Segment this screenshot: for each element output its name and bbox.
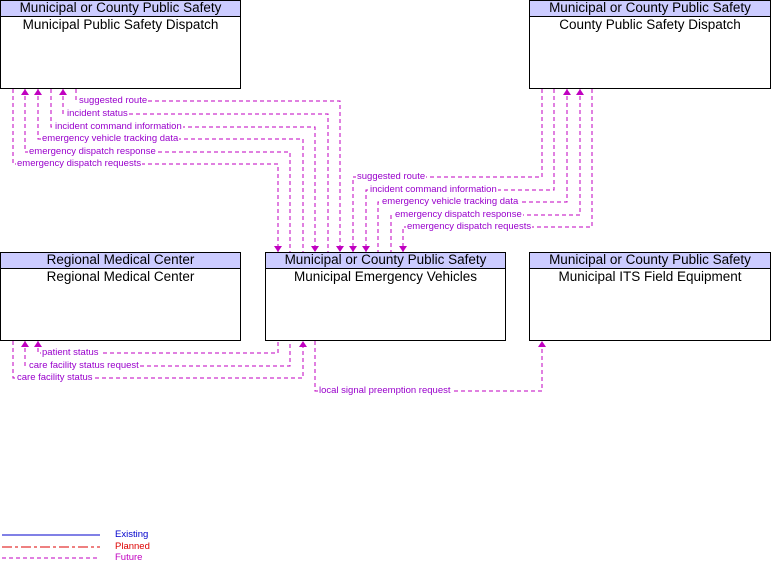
legend-existing-label: Existing: [115, 529, 149, 540]
flow-label[interactable]: emergency vehicle tracking data: [381, 197, 520, 207]
element-vehicles[interactable]: Municipal or County Public Safety Munici…: [265, 252, 506, 341]
element-category: Municipal or County Public Safety: [1, 1, 240, 17]
element-name: Municipal Emergency Vehicles: [293, 269, 478, 284]
flow-label[interactable]: care facility status request: [28, 361, 140, 371]
flow-arrowhead: [21, 89, 29, 95]
flow-label[interactable]: local signal preemption request: [318, 386, 452, 396]
element-category: Regional Medical Center: [1, 253, 240, 269]
flow-label[interactable]: patient status: [41, 348, 100, 358]
element-category: Municipal or County Public Safety: [266, 253, 505, 269]
flow-arrowhead: [21, 341, 29, 347]
flow-arrowhead: [34, 89, 42, 95]
element-county-dispatch[interactable]: Municipal or County Public Safety County…: [529, 0, 771, 89]
flow-arrowhead: [563, 89, 571, 95]
flow-arrowhead: [299, 341, 307, 347]
flow-label[interactable]: incident status: [66, 109, 129, 119]
flow-label[interactable]: emergency dispatch response: [394, 210, 523, 220]
element-its-field[interactable]: Municipal or County Public Safety Munici…: [529, 252, 771, 341]
flow-label[interactable]: care facility status: [16, 373, 94, 383]
legend-planned-label: Planned: [115, 541, 150, 552]
element-name: Regional Medical Center: [46, 269, 195, 284]
flow-label[interactable]: emergency dispatch requests: [16, 159, 143, 169]
element-muni-dispatch[interactable]: Municipal or County Public Safety Munici…: [0, 0, 241, 89]
legend-future-label: Future: [115, 552, 143, 563]
flow-arrowhead: [59, 89, 67, 95]
flow-line: [314, 341, 543, 392]
flow-arrowhead: [538, 341, 546, 347]
element-category: Municipal or County Public Safety: [530, 253, 770, 269]
flow-label[interactable]: suggested route: [356, 172, 427, 182]
element-category: Municipal or County Public Safety: [530, 1, 770, 17]
flow-line: [12, 89, 279, 252]
flow-label[interactable]: emergency vehicle tracking data: [41, 134, 180, 144]
flow-label[interactable]: suggested route: [78, 96, 149, 106]
element-name: County Public Safety Dispatch: [559, 17, 741, 32]
element-medical[interactable]: Regional Medical Center Regional Medical…: [0, 252, 241, 341]
flow-arrowhead: [576, 89, 584, 95]
flow-label[interactable]: emergency dispatch requests: [406, 222, 533, 232]
flow-label[interactable]: incident command information: [54, 122, 183, 132]
flow-label[interactable]: incident command information: [369, 185, 498, 195]
flow-arrowhead: [34, 341, 42, 347]
element-name: Municipal ITS Field Equipment: [558, 269, 742, 284]
element-name: Municipal Public Safety Dispatch: [22, 17, 219, 32]
flow-label[interactable]: emergency dispatch response: [28, 147, 157, 157]
flow-line: [24, 89, 291, 252]
